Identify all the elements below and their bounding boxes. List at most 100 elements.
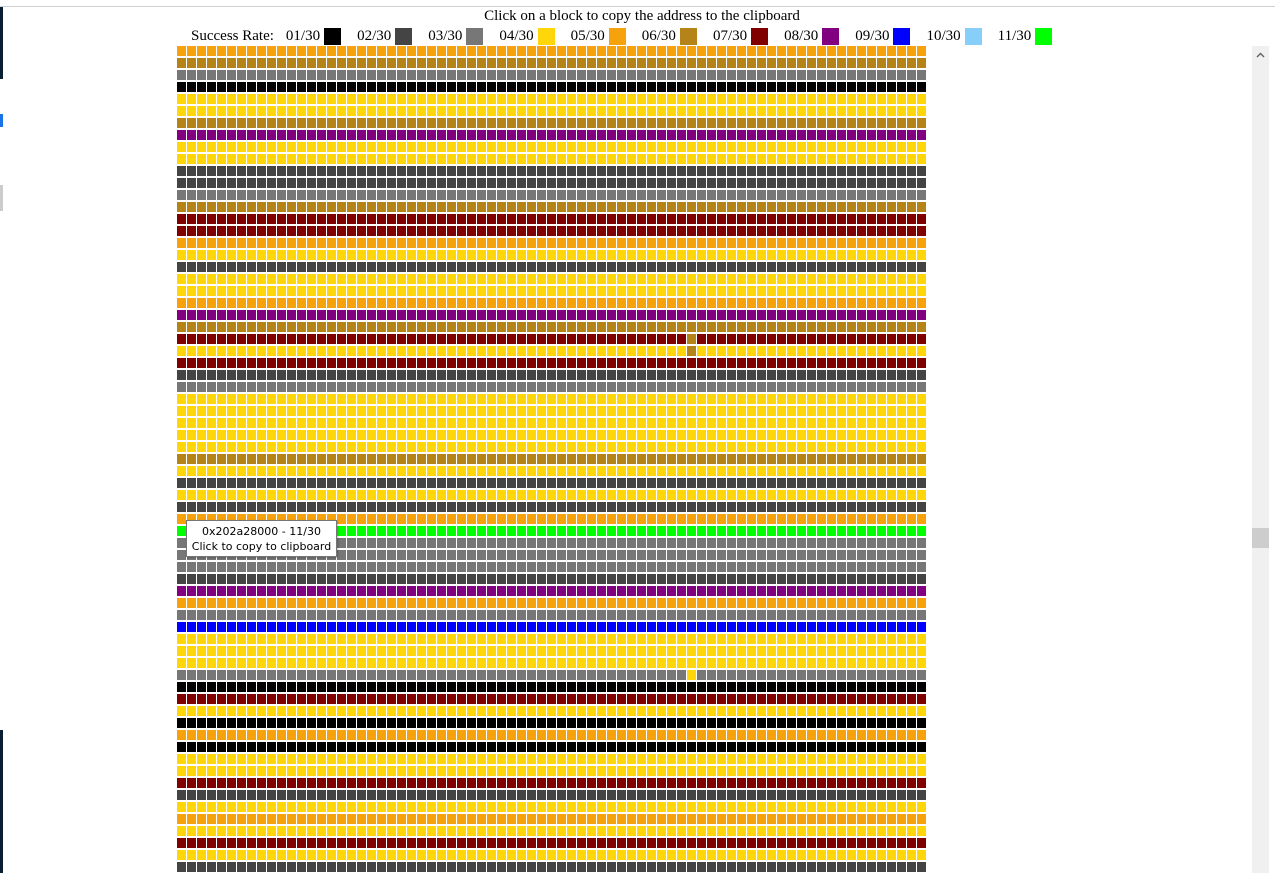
memory-block[interactable] [397,790,406,800]
memory-block[interactable] [817,802,826,812]
memory-block[interactable] [467,286,476,296]
memory-block[interactable] [607,190,616,200]
memory-block[interactable] [387,286,396,296]
memory-block[interactable] [757,154,766,164]
memory-block[interactable] [637,466,646,476]
memory-block[interactable] [397,190,406,200]
memory-block[interactable] [417,94,426,104]
memory-block[interactable] [257,142,266,152]
memory-block[interactable] [897,58,906,68]
memory-block[interactable] [187,622,196,632]
memory-block[interactable] [757,442,766,452]
memory-block[interactable] [867,70,876,80]
memory-block[interactable] [407,526,416,536]
memory-block[interactable] [907,586,916,596]
memory-block[interactable] [257,190,266,200]
memory-block[interactable] [687,718,696,728]
memory-block[interactable] [737,562,746,572]
memory-block[interactable] [287,250,296,260]
memory-block[interactable] [367,574,376,584]
memory-block[interactable] [187,178,196,188]
memory-block[interactable] [847,298,856,308]
memory-block[interactable] [177,202,186,212]
memory-block[interactable] [237,334,246,344]
memory-block[interactable] [427,742,436,752]
memory-block[interactable] [187,754,196,764]
memory-block[interactable] [547,262,556,272]
memory-block[interactable] [437,526,446,536]
memory-block[interactable] [547,202,556,212]
memory-block[interactable] [327,334,336,344]
memory-block[interactable] [267,682,276,692]
memory-block[interactable] [597,118,606,128]
memory-block[interactable] [217,730,226,740]
memory-block[interactable] [297,742,306,752]
memory-block[interactable] [827,394,836,404]
memory-block[interactable] [377,262,386,272]
memory-block[interactable] [367,346,376,356]
memory-block[interactable] [877,370,886,380]
memory-block[interactable] [747,634,756,644]
memory-block[interactable] [427,610,436,620]
memory-block[interactable] [697,346,706,356]
memory-block[interactable] [667,418,676,428]
memory-block[interactable] [887,718,896,728]
memory-block[interactable] [337,694,346,704]
memory-block[interactable] [797,274,806,284]
memory-block[interactable] [327,766,336,776]
memory-block[interactable] [197,634,206,644]
memory-block[interactable] [797,142,806,152]
memory-block[interactable] [517,70,526,80]
memory-block[interactable] [187,58,196,68]
memory-block[interactable] [567,562,576,572]
memory-block[interactable] [407,274,416,284]
memory-block[interactable] [797,394,806,404]
memory-block[interactable] [467,466,476,476]
memory-block[interactable] [417,802,426,812]
memory-block[interactable] [377,598,386,608]
memory-block[interactable] [477,262,486,272]
memory-block[interactable] [717,466,726,476]
memory-block[interactable] [487,718,496,728]
memory-block[interactable] [887,694,896,704]
memory-block[interactable] [697,178,706,188]
memory-block[interactable] [267,610,276,620]
memory-block[interactable] [487,682,496,692]
memory-block[interactable] [777,214,786,224]
memory-block[interactable] [717,586,726,596]
memory-block[interactable] [867,538,876,548]
memory-block[interactable] [587,430,596,440]
memory-block[interactable] [687,262,696,272]
memory-block[interactable] [637,118,646,128]
memory-block[interactable] [857,130,866,140]
memory-block[interactable] [857,670,866,680]
memory-block[interactable] [557,166,566,176]
memory-block[interactable] [787,358,796,368]
memory-block[interactable] [687,106,696,116]
memory-block[interactable] [407,742,416,752]
memory-block[interactable] [607,274,616,284]
memory-block[interactable] [797,598,806,608]
memory-block[interactable] [727,670,736,680]
memory-block[interactable] [697,154,706,164]
memory-block[interactable] [527,514,536,524]
memory-block[interactable] [347,226,356,236]
memory-block[interactable] [437,334,446,344]
memory-block[interactable] [877,142,886,152]
memory-block[interactable] [737,346,746,356]
memory-block[interactable] [557,46,566,56]
memory-block[interactable] [567,178,576,188]
memory-block[interactable] [857,610,866,620]
memory-block[interactable] [307,310,316,320]
memory-block[interactable] [747,178,756,188]
memory-block[interactable] [717,634,726,644]
memory-block[interactable] [317,706,326,716]
memory-block[interactable] [347,670,356,680]
memory-block[interactable] [707,70,716,80]
memory-block[interactable] [647,226,656,236]
memory-block[interactable] [677,382,686,392]
memory-block[interactable] [677,154,686,164]
memory-block[interactable] [287,370,296,380]
memory-block[interactable] [447,610,456,620]
memory-block[interactable] [707,238,716,248]
